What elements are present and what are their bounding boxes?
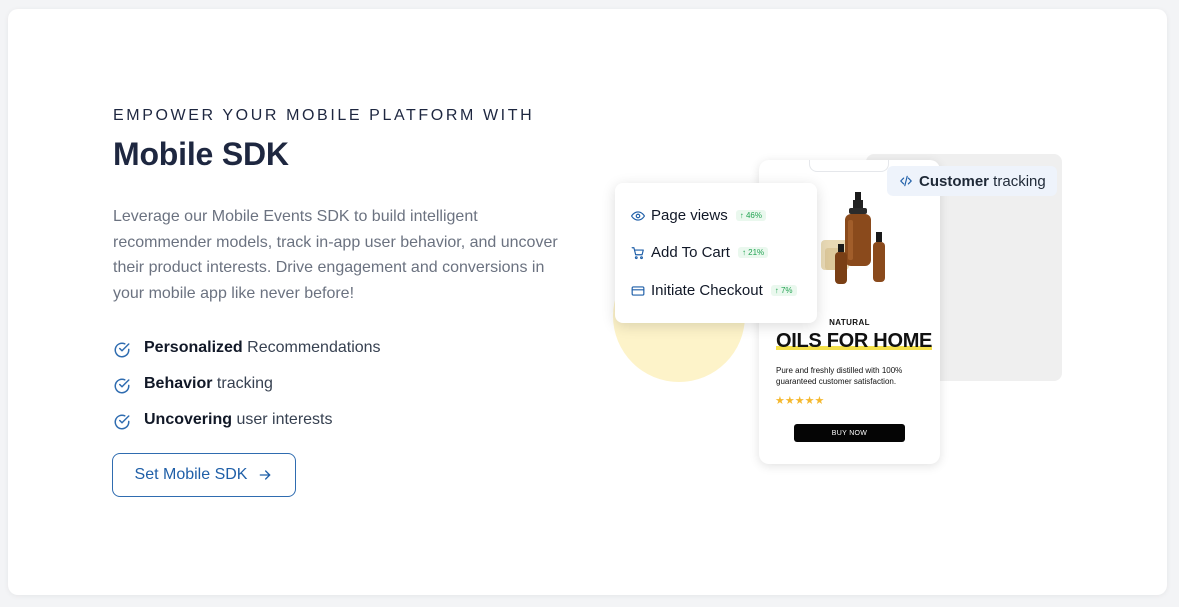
product-bottles-image [821,192,885,284]
product-headline: OILS FOR HOME [776,330,933,353]
chip-label: Customer tracking [919,172,1046,190]
metric-label: Page views [651,207,728,224]
star-icon: ★★★★★ [775,395,825,407]
feature-item: Uncovering user interests [113,402,381,438]
product-description: Pure and freshly distilled with 100% gua… [776,366,903,386]
page-title: Mobile SDK [113,136,289,172]
buy-now-button[interactable]: BUY NOW [794,424,905,442]
set-mobile-sdk-button[interactable]: Set Mobile SDK [112,453,296,497]
metric-label: Initiate Checkout [651,282,763,299]
metric-row: Page views ↑ 46% [631,207,766,224]
metric-row: Add To Cart ↑ 21% [631,244,769,261]
feature-list: Personalized Recommendations Behavior tr… [113,330,381,438]
hero-description: Leverage our Mobile Events SDK to build … [113,208,558,302]
feature-item: Behavior tracking [113,366,381,402]
feature-item: Personalized Recommendations [113,330,381,366]
cart-icon [631,246,644,259]
metric-change-badge: ↑ 7% [770,285,797,296]
code-icon [900,175,912,187]
eye-icon [631,210,645,221]
phone-notch [809,160,889,172]
arrow-right-icon [260,470,271,480]
metric-change-badge: ↑ 21% [737,247,769,258]
eyebrow-text: EMPOWER YOUR MOBILE PLATFORM WITH [113,107,535,124]
feature-text: Behavior tracking [144,375,273,392]
rating-stars: ★★★★★ [775,396,824,407]
metric-label: Add To Cart [651,244,730,261]
check-circle-icon [114,414,130,430]
metric-row: Initiate Checkout ↑ 7% [631,282,797,299]
cta-label: Set Mobile SDK [134,466,248,483]
feature-text: Personalized Recommendations [144,339,381,356]
check-circle-icon [114,378,130,394]
metric-change-badge: ↑ 46% [735,210,766,221]
customer-tracking-chip: Customer tracking [887,166,1057,196]
credit-card-icon [631,285,645,296]
feature-text: Uncovering user interests [144,411,333,428]
check-circle-icon [114,342,130,358]
metrics-card: Page views ↑ 46% Add To Cart ↑ 21% Initi… [615,183,817,323]
